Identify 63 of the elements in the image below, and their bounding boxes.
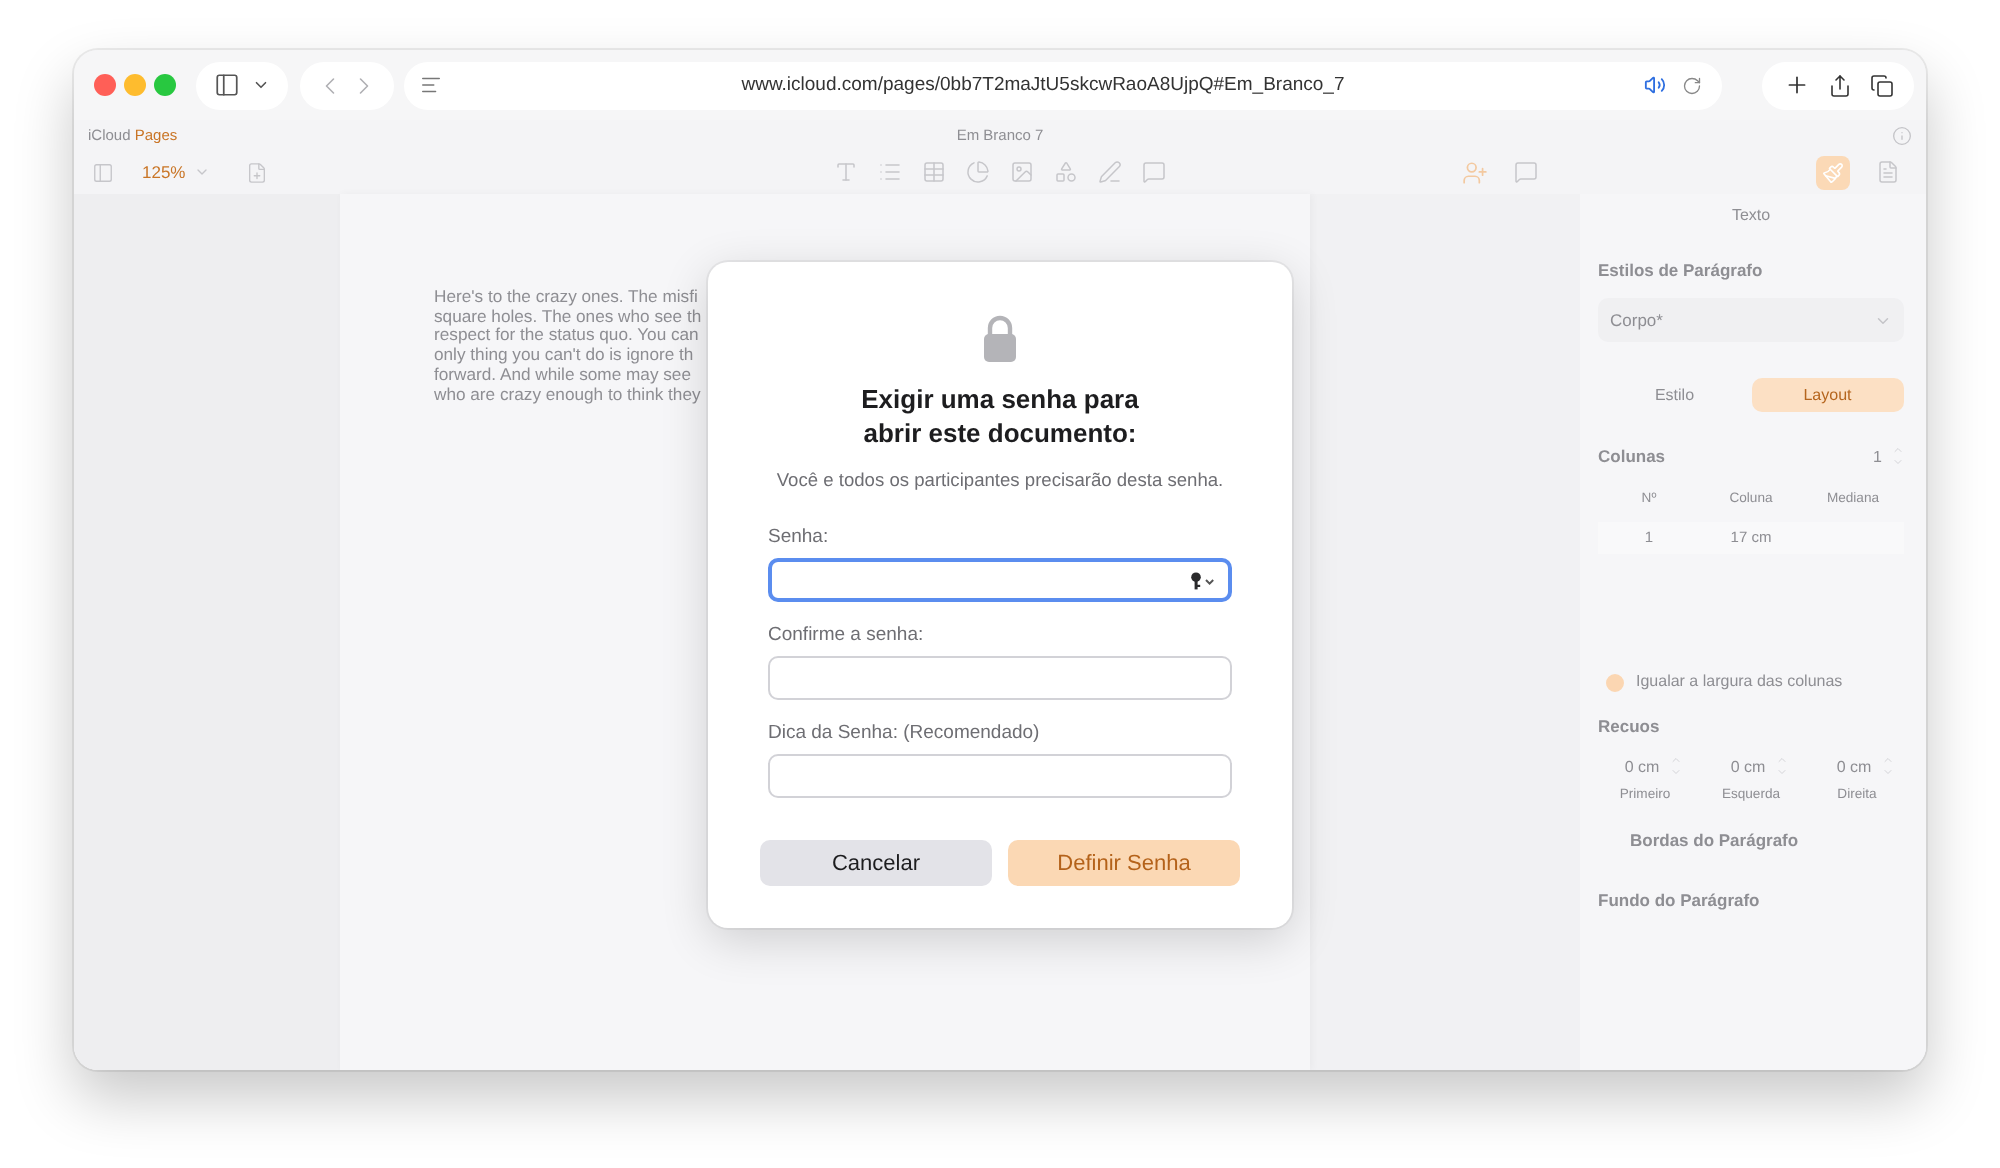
indent-stepper[interactable]: 0 cm (1608, 754, 1682, 779)
document-text-line: square holes. The ones who see th (434, 307, 702, 327)
document-text-line: Here's to the crazy ones. The misfi (434, 288, 698, 308)
section-title: Estilos de Parágrafo (1598, 260, 1763, 283)
zoom-menu[interactable]: 125% (142, 162, 186, 182)
reload-icon[interactable] (1682, 75, 1702, 95)
field-label: Senha: (768, 526, 831, 550)
pen-icon[interactable] (1098, 160, 1122, 184)
section-title: Colunas (1598, 445, 1666, 468)
maximize-button[interactable] (154, 74, 176, 96)
paintbrush-icon (1822, 161, 1844, 183)
section-title: Recuos (1598, 716, 1660, 739)
share-icon[interactable] (1827, 73, 1851, 97)
address-bar[interactable]: www.icloud.com/pages/0bb7T2maJtU5skcwRaoA8UjpQ#Em_Branco_7 (404, 61, 1722, 109)
shapes-icon[interactable] (1054, 160, 1078, 184)
tabs-overview-icon[interactable] (1869, 73, 1893, 97)
chart-icon[interactable] (966, 160, 990, 184)
section-title[interactable]: Bordas do Parágrafo (1630, 830, 1799, 853)
chevron-down-icon (193, 164, 210, 180)
input-field[interactable] (768, 656, 1232, 700)
checkbox-label: Igualar a largura das colunas (1636, 672, 1843, 693)
chevron-down-icon (252, 76, 270, 94)
image-icon[interactable] (1010, 160, 1034, 184)
field-label: Dica da Senha: (Recomendado) (768, 722, 1042, 746)
plus-icon[interactable] (1783, 72, 1809, 98)
text-icon[interactable] (834, 160, 858, 184)
segment-tab[interactable]: Layout (1751, 378, 1904, 413)
file-plus-icon[interactable] (245, 161, 268, 183)
checkbox[interactable] (1606, 673, 1624, 692)
sidebar-icon (214, 72, 240, 98)
comment-icon[interactable] (1142, 160, 1166, 184)
add-person-icon[interactable] (1462, 159, 1488, 185)
document-text-line: only thing you can't do is ignore th (434, 346, 694, 366)
minimize-button[interactable] (124, 74, 146, 96)
indent-stepper[interactable]: 0 cm (1820, 754, 1894, 779)
input-field[interactable] (768, 754, 1232, 798)
inspector-tab[interactable]: Texto (1731, 205, 1771, 227)
dialog-message: Você e todos os participantes precisarão desta senha. (776, 470, 1224, 490)
speaker-icon[interactable] (1644, 74, 1666, 96)
reader-icon[interactable] (420, 74, 442, 96)
segment-tab[interactable]: Estilo (1598, 378, 1751, 413)
comment-icon[interactable] (1514, 160, 1538, 184)
field-label: Confirme a senha: (768, 624, 926, 648)
key-menu-icon[interactable] (1190, 571, 1216, 589)
cancel-button[interactable]: Cancelar (760, 840, 992, 886)
dialog-title: Exigir uma senha para abrir este documento: (859, 382, 1141, 450)
paragraph-style-dropdown[interactable]: Corpo* (1598, 298, 1904, 343)
url-text: www.icloud.com/pages/0bb7T2maJtU5skcwRaoA8UjpQ#Em_Branco_7 (739, 74, 1347, 96)
table-icon[interactable] (922, 160, 946, 184)
info-icon[interactable] (1892, 125, 1912, 145)
section-title[interactable]: Fundo do Parágrafo (1598, 890, 1760, 913)
format-button[interactable] (1816, 155, 1850, 189)
document-text-line: forward. And while some may see (434, 365, 691, 386)
input-field[interactable] (768, 558, 1232, 602)
indent-stepper[interactable]: 0 cm (1714, 754, 1788, 779)
close-button[interactable] (94, 74, 116, 96)
columns-stepper[interactable]: 1 (1873, 444, 1904, 469)
lock-icon (982, 314, 1018, 362)
document-text-line: who are crazy enough to think they (434, 385, 701, 405)
document-text-line: respect for the status quo. You can (434, 326, 699, 347)
document-icon[interactable] (1876, 160, 1900, 184)
sidebar-icon[interactable] (92, 161, 114, 183)
sidebar-toggle-button[interactable] (196, 61, 288, 109)
